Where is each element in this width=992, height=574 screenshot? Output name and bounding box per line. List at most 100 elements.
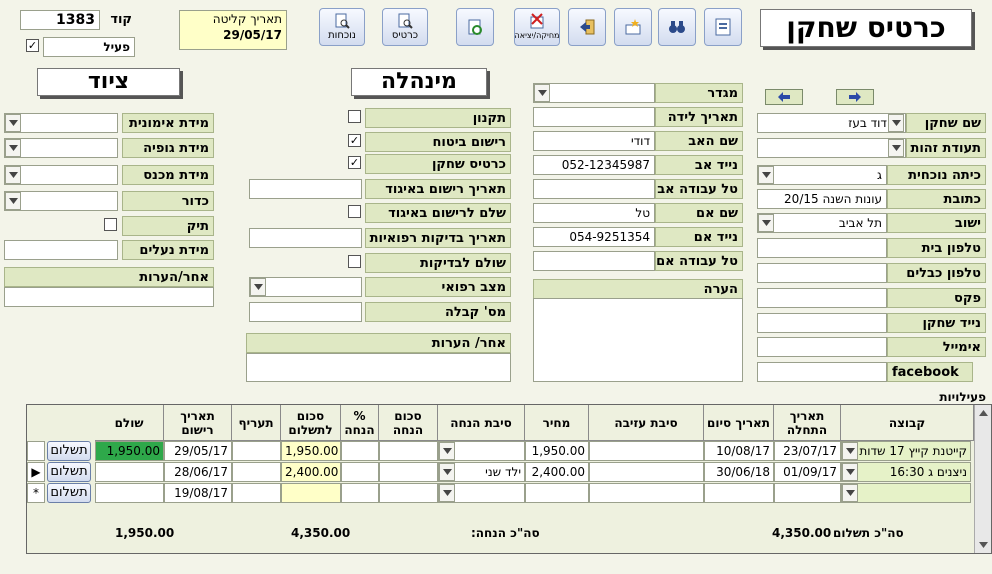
delete-exit-button[interactable]: מחיקה/יציאה	[514, 8, 560, 46]
row3-discount-amount[interactable]	[379, 483, 438, 503]
prev-record-button[interactable]	[765, 89, 803, 105]
id-number-dropdown[interactable]	[888, 139, 904, 157]
gender-dropdown[interactable]	[534, 84, 550, 102]
shirt-size-input[interactable]	[4, 138, 118, 158]
row3-selector[interactable]: *	[27, 483, 45, 503]
intake-date-value[interactable]: 29/05/17	[180, 27, 286, 43]
row1-amount-due[interactable]: 1,950.00	[281, 441, 341, 461]
active-checkbox[interactable]: ✓	[26, 39, 39, 52]
exit-button[interactable]	[568, 8, 606, 46]
row3-amount-due[interactable]	[281, 483, 341, 503]
shoe-size-input[interactable]	[4, 240, 118, 260]
row2-discount-pct[interactable]	[341, 462, 379, 482]
player-mobile-input[interactable]	[757, 313, 887, 333]
row3-discount-reason-dropdown[interactable]	[439, 484, 455, 502]
row1-group-dropdown[interactable]	[842, 442, 858, 460]
home-phone-input[interactable]	[757, 238, 887, 258]
row1-discount-amount[interactable]	[379, 441, 438, 461]
row3-reg-date[interactable]: 19/08/17	[164, 483, 232, 503]
row3-tariff[interactable]	[232, 483, 281, 503]
note-textarea[interactable]	[533, 298, 743, 382]
father-work-input[interactable]	[533, 179, 655, 199]
row3-price[interactable]	[525, 483, 589, 503]
row1-group[interactable]: קייטנת קייץ 17 שדות ג	[841, 441, 971, 461]
row2-tariff[interactable]	[232, 462, 281, 482]
pants-size-input[interactable]	[4, 165, 118, 185]
scroll-up-icon[interactable]	[976, 407, 991, 419]
row1-end-date[interactable]: 10/08/17	[704, 441, 774, 461]
row3-paid[interactable]	[95, 483, 164, 503]
row2-discount-amount[interactable]	[379, 462, 438, 482]
row3-group-dropdown[interactable]	[842, 484, 858, 502]
new-record-button[interactable]	[614, 8, 652, 46]
bylaws-checkbox[interactable]	[348, 110, 361, 123]
assoc-reg-date-input[interactable]	[249, 179, 362, 199]
row1-tariff[interactable]	[232, 441, 281, 461]
grade-dropdown[interactable]	[758, 166, 774, 184]
row3-leave-reason[interactable]	[589, 483, 704, 503]
receipt-no-input[interactable]	[249, 302, 362, 322]
row2-paid[interactable]	[95, 462, 164, 482]
row2-start-date[interactable]: 01/09/17	[774, 462, 841, 482]
row2-selector[interactable]: ▶	[27, 462, 45, 482]
row2-reg-date[interactable]: 28/06/17	[164, 462, 232, 482]
row3-discount-pct[interactable]	[341, 483, 379, 503]
next-record-button[interactable]	[836, 89, 874, 105]
find-button[interactable]	[658, 8, 696, 46]
row1-discount-reason-dropdown[interactable]	[439, 442, 455, 460]
medical-status-dropdown[interactable]	[250, 278, 266, 296]
row2-discount-reason-dropdown[interactable]	[439, 463, 455, 481]
id-number-input[interactable]	[757, 138, 906, 158]
birth-date-input[interactable]	[533, 107, 655, 127]
father-mobile-input[interactable]: 052-12345987	[533, 155, 655, 175]
card-report-button[interactable]: כרטיס	[382, 8, 428, 46]
row2-pay-button[interactable]: תשלום	[47, 462, 91, 482]
bag-checkbox[interactable]	[104, 218, 117, 231]
training-size-input[interactable]	[4, 113, 118, 133]
medical-date-input[interactable]	[249, 228, 362, 248]
ball-dropdown[interactable]	[5, 192, 21, 210]
address-input[interactable]: עונות השנה 20/15	[757, 189, 887, 209]
fax-input[interactable]	[757, 288, 887, 308]
mother-mobile-input[interactable]: 054-9251354	[533, 227, 655, 247]
medical-paid-checkbox[interactable]	[348, 255, 361, 268]
row1-leave-reason[interactable]	[589, 441, 704, 461]
facebook-input[interactable]	[757, 362, 887, 382]
insurance-checkbox[interactable]: ✓	[348, 134, 361, 147]
pants-size-dropdown[interactable]	[5, 166, 21, 184]
ball-input[interactable]	[4, 191, 118, 211]
admin-notes-textarea[interactable]	[246, 353, 511, 382]
scroll-down-icon[interactable]	[976, 539, 991, 551]
row3-start-date[interactable]	[774, 483, 841, 503]
training-size-dropdown[interactable]	[5, 114, 21, 132]
row1-reg-date[interactable]: 29/05/17	[164, 441, 232, 461]
row2-leave-reason[interactable]	[589, 462, 704, 482]
form-view-button[interactable]	[704, 8, 742, 46]
row1-pay-button[interactable]: תשלום	[47, 441, 91, 461]
refresh-button[interactable]	[456, 8, 494, 46]
row2-group-dropdown[interactable]	[842, 463, 858, 481]
player-card-checkbox[interactable]: ✓	[348, 156, 361, 169]
city-dropdown[interactable]	[758, 214, 774, 232]
assoc-paid-checkbox[interactable]	[348, 205, 361, 218]
shirt-size-dropdown[interactable]	[5, 139, 21, 157]
gender-input[interactable]	[533, 83, 655, 103]
father-name-input[interactable]: דודי	[533, 131, 655, 151]
email-input[interactable]	[757, 337, 887, 357]
equipment-notes-textarea[interactable]	[4, 287, 214, 307]
mother-name-input[interactable]: טל	[533, 203, 655, 223]
grid-scrollbar[interactable]	[974, 405, 991, 553]
row1-paid[interactable]: 1,950.00	[95, 441, 164, 461]
row1-price[interactable]: 1,950.00	[525, 441, 589, 461]
row1-selector[interactable]	[27, 441, 45, 461]
row1-start-date[interactable]: 23/07/17	[774, 441, 841, 461]
cable-phone-input[interactable]	[757, 263, 887, 283]
mother-work-input[interactable]	[533, 251, 655, 271]
row2-group[interactable]: ניצנים ג 16:30	[841, 462, 971, 482]
player-name-input[interactable]: בן דוד בעז	[757, 113, 906, 133]
row2-price[interactable]: 2,400.00	[525, 462, 589, 482]
code-field[interactable]: 1383	[20, 10, 100, 30]
city-input[interactable]: תל אביב	[757, 213, 887, 233]
row3-pay-button[interactable]: תשלום	[47, 483, 91, 503]
attendance-report-button[interactable]: נוכחות	[319, 8, 365, 46]
